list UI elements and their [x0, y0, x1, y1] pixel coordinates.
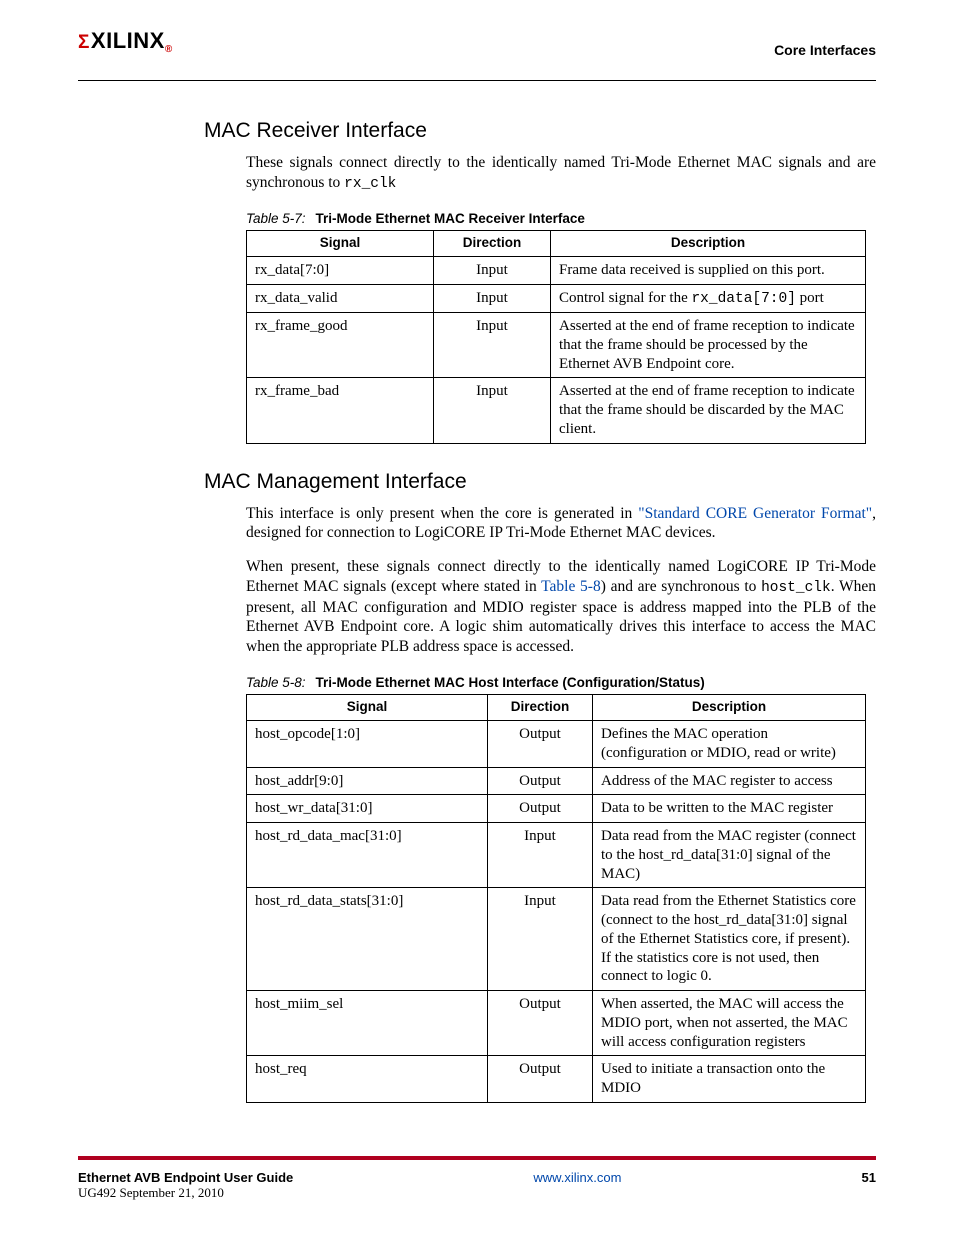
text-run: port [796, 290, 824, 306]
table-row: rx_data[7:0] Input Frame data received i… [247, 257, 866, 285]
footer-page-number: 51 [862, 1170, 876, 1201]
table-row: host_opcode[1:0] Output Defines the MAC … [247, 721, 866, 768]
footer-left: Ethernet AVB Endpoint User Guide UG492 S… [78, 1170, 293, 1201]
col-description: Description [593, 695, 866, 721]
cell-direction: Input [434, 285, 551, 313]
code-rx-clk: rx_clk [344, 176, 396, 192]
page-footer: Ethernet AVB Endpoint User Guide UG492 S… [78, 1156, 876, 1201]
footer-center: www.xilinx.com [293, 1170, 861, 1201]
col-signal: Signal [247, 695, 488, 721]
cell-signal: host_miim_sel [247, 991, 488, 1056]
text-run: This interface is only present when the … [246, 505, 638, 522]
cell-description: Asserted at the end of frame reception t… [551, 378, 866, 443]
cell-signal: host_addr[9:0] [247, 767, 488, 795]
paragraph-mac-mgmt-2: When present, these signals connect dire… [246, 557, 876, 657]
caption-number: Table 5-7: [246, 211, 306, 226]
code-host-clk: host_clk [761, 580, 831, 596]
paragraph-mac-mgmt-1: This interface is only present when the … [246, 504, 876, 544]
cell-direction: Input [434, 313, 551, 378]
cell-direction: Input [434, 257, 551, 285]
cell-signal: host_opcode[1:0] [247, 721, 488, 768]
cell-description: Data to be written to the MAC register [593, 795, 866, 823]
cell-direction: Input [434, 378, 551, 443]
cell-description: Data read from the MAC register (connect… [593, 823, 866, 888]
heading-mac-management: MAC Management Interface [204, 470, 876, 494]
code-rx-data: rx_data[7:0] [691, 291, 795, 307]
logo-sigma-icon: Σ [78, 32, 90, 53]
table-5-8-caption: Table 5-8: Tri-Mode Ethernet MAC Host Int… [246, 675, 876, 690]
caption-title: Tri-Mode Ethernet MAC Receiver Interface [316, 211, 585, 226]
paragraph-mac-receiver-intro: These signals connect directly to the id… [246, 153, 876, 193]
cell-direction: Output [488, 991, 593, 1056]
cell-direction: Input [488, 823, 593, 888]
cell-direction: Output [488, 721, 593, 768]
cell-signal: rx_data_valid [247, 285, 434, 313]
cell-direction: Input [488, 888, 593, 991]
table-row: host_miim_sel Output When asserted, the … [247, 991, 866, 1056]
cell-description: Data read from the Ethernet Statistics c… [593, 888, 866, 991]
cell-description: Control signal for the rx_data[7:0] port [551, 285, 866, 313]
cell-signal: host_rd_data_mac[31:0] [247, 823, 488, 888]
col-direction: Direction [434, 231, 551, 257]
table-row: rx_data_valid Input Control signal for t… [247, 285, 866, 313]
table-row: host_wr_data[31:0] Output Data to be wri… [247, 795, 866, 823]
cell-signal: host_rd_data_stats[31:0] [247, 888, 488, 991]
cell-description: Defines the MAC operation (configuration… [593, 721, 866, 768]
cell-signal: host_wr_data[31:0] [247, 795, 488, 823]
table-5-7: Signal Direction Description rx_data[7:0… [246, 230, 866, 443]
link-xilinx-website[interactable]: www.xilinx.com [533, 1170, 621, 1185]
footer-doc-id: UG492 September 21, 2010 [78, 1185, 293, 1201]
logo-text: XILINX [91, 28, 165, 53]
table-row: host_rd_data_stats[31:0] Input Data read… [247, 888, 866, 991]
table-header-row: Signal Direction Description [247, 231, 866, 257]
table-row: host_addr[9:0] Output Address of the MAC… [247, 767, 866, 795]
table-header-row: Signal Direction Description [247, 695, 866, 721]
heading-mac-receiver: MAC Receiver Interface [204, 119, 876, 143]
text-run: Control signal for the [559, 290, 691, 306]
cell-direction: Output [488, 1056, 593, 1103]
text-run: These signals connect directly to the id… [246, 154, 876, 191]
link-standard-core-generator-format[interactable]: "Standard CORE Generator Format" [638, 505, 872, 522]
cell-description: Asserted at the end of frame reception t… [551, 313, 866, 378]
cell-direction: Output [488, 795, 593, 823]
cell-description: Address of the MAC register to access [593, 767, 866, 795]
cell-description: Frame data received is supplied on this … [551, 257, 866, 285]
cell-signal: host_req [247, 1056, 488, 1103]
footer-rule [78, 1156, 876, 1164]
link-table-5-8[interactable]: Table 5-8 [541, 578, 601, 595]
table-row: rx_frame_good Input Asserted at the end … [247, 313, 866, 378]
table-5-8: Signal Direction Description host_opcode… [246, 694, 866, 1103]
cell-signal: rx_frame_good [247, 313, 434, 378]
vendor-logo: ΣXILINX® [78, 28, 173, 56]
cell-description: When asserted, the MAC will access the M… [593, 991, 866, 1056]
caption-number: Table 5-8: [246, 675, 306, 690]
col-signal: Signal [247, 231, 434, 257]
cell-signal: rx_frame_bad [247, 378, 434, 443]
table-5-7-caption: Table 5-7: Tri-Mode Ethernet MAC Receiver… [246, 211, 876, 226]
page-section-label: Core Interfaces [774, 42, 876, 58]
caption-title: Tri-Mode Ethernet MAC Host Interface (Co… [316, 675, 705, 690]
table-row: host_rd_data_mac[31:0] Input Data read f… [247, 823, 866, 888]
col-description: Description [551, 231, 866, 257]
cell-direction: Output [488, 767, 593, 795]
cell-description: Used to initiate a transaction onto the … [593, 1056, 866, 1103]
footer-guide-title: Ethernet AVB Endpoint User Guide [78, 1170, 293, 1185]
text-run: ) and are synchronous to [601, 578, 761, 595]
header-rule [78, 80, 876, 81]
cell-signal: rx_data[7:0] [247, 257, 434, 285]
table-row: host_req Output Used to initiate a trans… [247, 1056, 866, 1103]
table-row: rx_frame_bad Input Asserted at the end o… [247, 378, 866, 443]
col-direction: Direction [488, 695, 593, 721]
